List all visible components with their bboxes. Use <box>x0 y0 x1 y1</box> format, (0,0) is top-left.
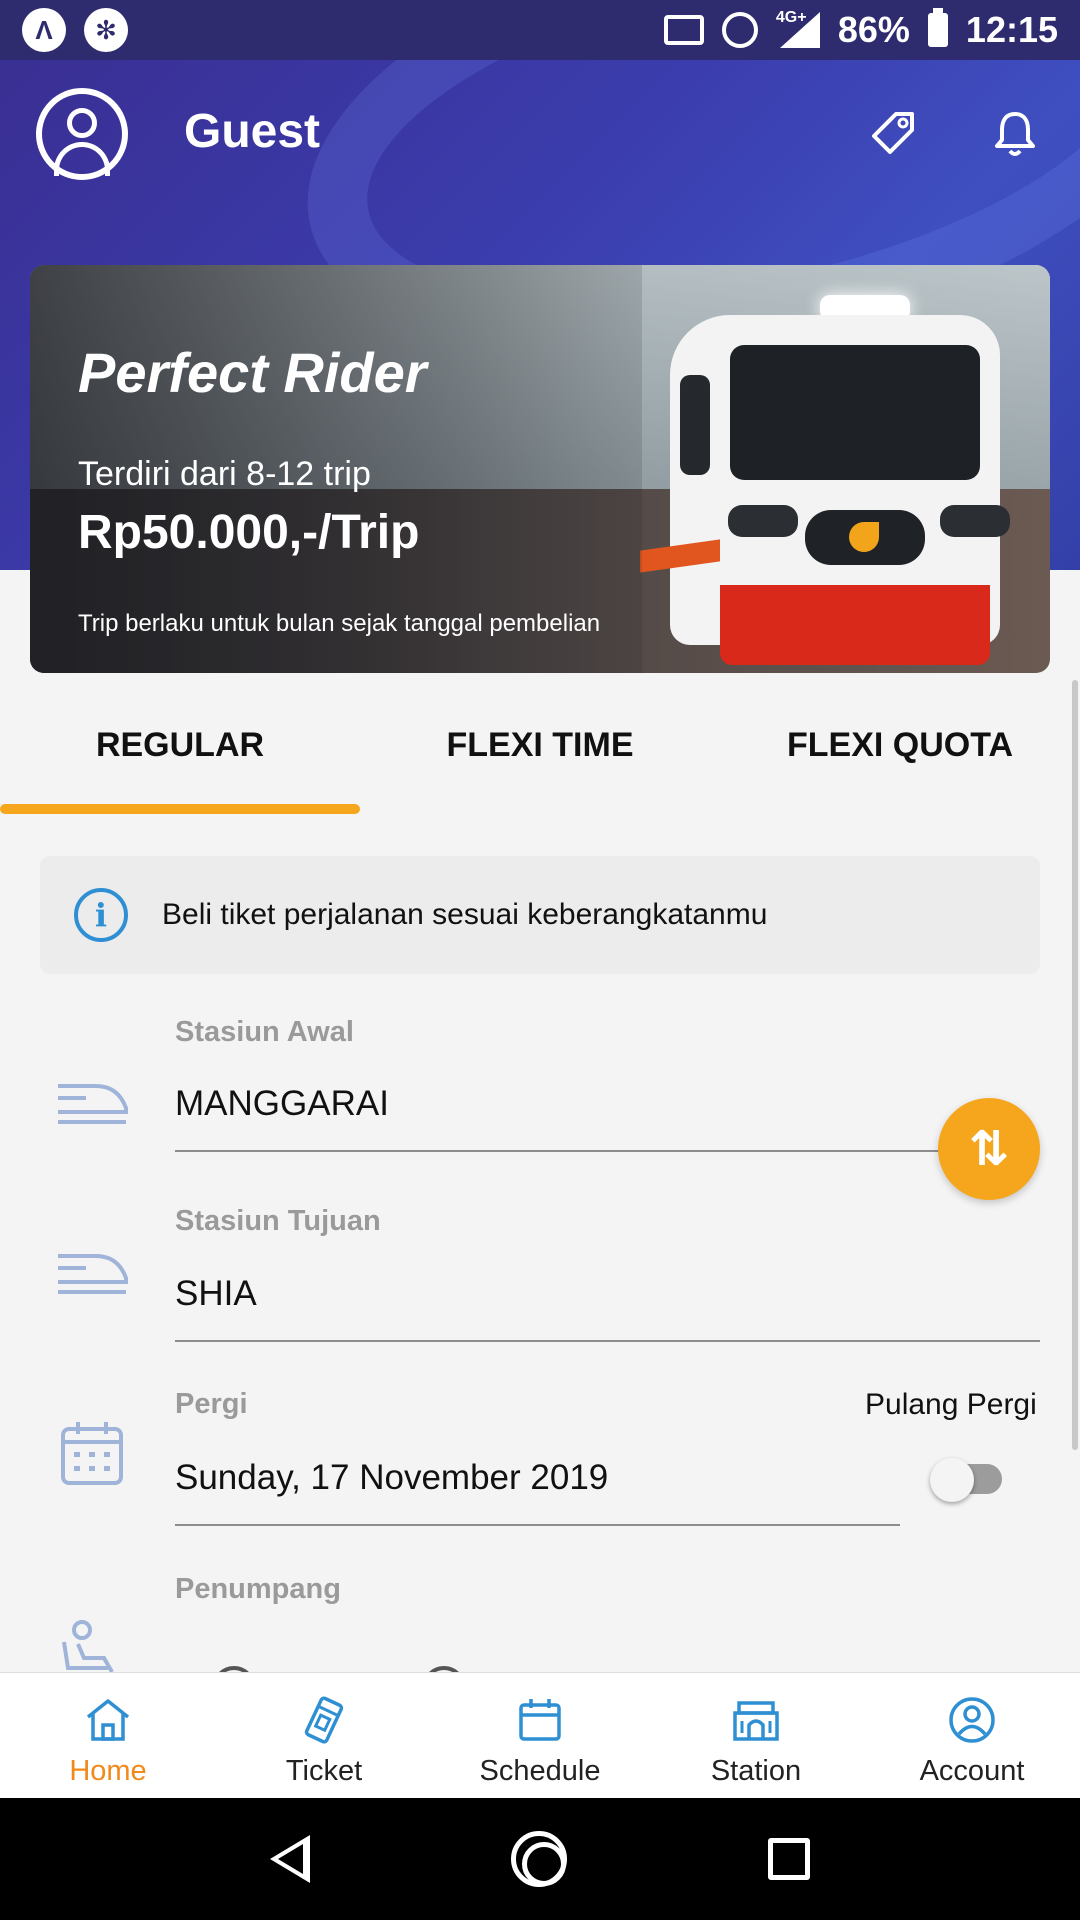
origin-input[interactable]: MANGGARAI <box>175 1084 389 1124</box>
nav-account-label: Account <box>919 1755 1025 1787</box>
info-text: Beli tiket perjalanan sesuai keberangkat… <box>162 898 768 931</box>
system-nav-bar <box>0 1798 1080 1920</box>
swap-stations-button[interactable]: ⇅ <box>938 1098 1040 1200</box>
bottom-nav: Home Ticket Schedule Station Account <box>0 1672 1080 1798</box>
nav-ticket[interactable]: Ticket <box>216 1673 432 1798</box>
info-box: i Beli tiket perjalanan sesuai keberangk… <box>40 856 1040 974</box>
status-bar: Λ ✻ 4G+ 86% 12:15 <box>0 0 1080 60</box>
info-icon: i <box>74 888 128 942</box>
scrollbar[interactable] <box>1072 680 1078 1450</box>
battery-icon <box>927 8 948 47</box>
nav-station[interactable]: Station <box>648 1673 864 1798</box>
clock: 12:15 <box>965 9 1058 50</box>
nav-schedule[interactable]: Schedule <box>432 1673 648 1798</box>
origin-label: Stasiun Awal <box>175 1016 354 1048</box>
destination-input[interactable]: SHIA <box>175 1274 257 1314</box>
banner-subtitle: Terdiri dari 8-12 trip <box>78 455 371 493</box>
tag-icon[interactable] <box>870 110 916 156</box>
origin-underline <box>175 1150 945 1152</box>
destination-underline <box>175 1340 1040 1342</box>
shutter-icon: ✻ <box>84 8 128 52</box>
avatar-icon[interactable] <box>36 88 128 180</box>
train-icon <box>58 1084 128 1124</box>
station-icon <box>733 1701 779 1741</box>
nav-account[interactable]: Account <box>864 1673 1080 1798</box>
train-icon <box>58 1254 128 1294</box>
back-icon[interactable] <box>270 1835 311 1883</box>
seat-icon <box>62 1620 114 1673</box>
tab-flexi-time[interactable]: FLEXI TIME <box>360 700 720 820</box>
app-a-icon: Λ <box>22 8 66 52</box>
nav-schedule-label: Schedule <box>479 1755 601 1787</box>
ticket-icon <box>304 1696 344 1744</box>
calendar-icon <box>519 1699 561 1741</box>
passenger-label: Penumpang <box>175 1573 341 1605</box>
nav-ticket-label: Ticket <box>285 1755 363 1787</box>
battery-percent: 86% <box>837 9 910 50</box>
destination-label: Stasiun Tujuan <box>175 1205 381 1237</box>
departure-label: Pergi <box>175 1388 248 1420</box>
bell-icon[interactable] <box>992 108 1038 158</box>
network-type: 4G+ <box>775 9 807 26</box>
home-circle-icon[interactable] <box>510 1831 567 1887</box>
round-trip-toggle[interactable] <box>930 1458 1010 1502</box>
swap-icon: ⇅ <box>968 1123 1010 1176</box>
banner-note: Trip berlaku untuk bulan sejak tanggal p… <box>78 610 601 637</box>
tab-regular[interactable]: REGULAR <box>0 700 360 820</box>
calendar-icon <box>61 1422 123 1485</box>
banner-price: Rp50.000,-/Trip <box>78 506 420 559</box>
banner-title: Perfect Rider <box>78 341 427 404</box>
nav-home-label: Home <box>69 1755 147 1787</box>
nav-home[interactable]: Home <box>0 1673 216 1798</box>
promo-banner[interactable]: Perfect Rider Terdiri dari 8-12 trip Rp5… <box>30 265 1050 673</box>
user-name: Guest <box>184 105 321 158</box>
nav-station-label: Station <box>710 1755 802 1787</box>
alarm-icon <box>721 12 758 48</box>
departure-date-input[interactable]: Sunday, 17 November 2019 <box>175 1458 608 1498</box>
account-icon <box>949 1697 995 1743</box>
home-icon <box>86 1699 130 1741</box>
round-trip-label: Pulang Pergi <box>865 1388 1037 1421</box>
departure-underline <box>175 1524 900 1526</box>
ticket-type-tabs: REGULAR FLEXI TIME FLEXI QUOTA <box>0 700 1080 820</box>
tab-flexi-quota[interactable]: FLEXI QUOTA <box>720 700 1080 820</box>
recent-apps-icon[interactable] <box>767 1838 810 1880</box>
signal-icon: 4G+ <box>775 9 820 48</box>
cast-icon <box>663 15 704 45</box>
train-image <box>640 295 1010 673</box>
